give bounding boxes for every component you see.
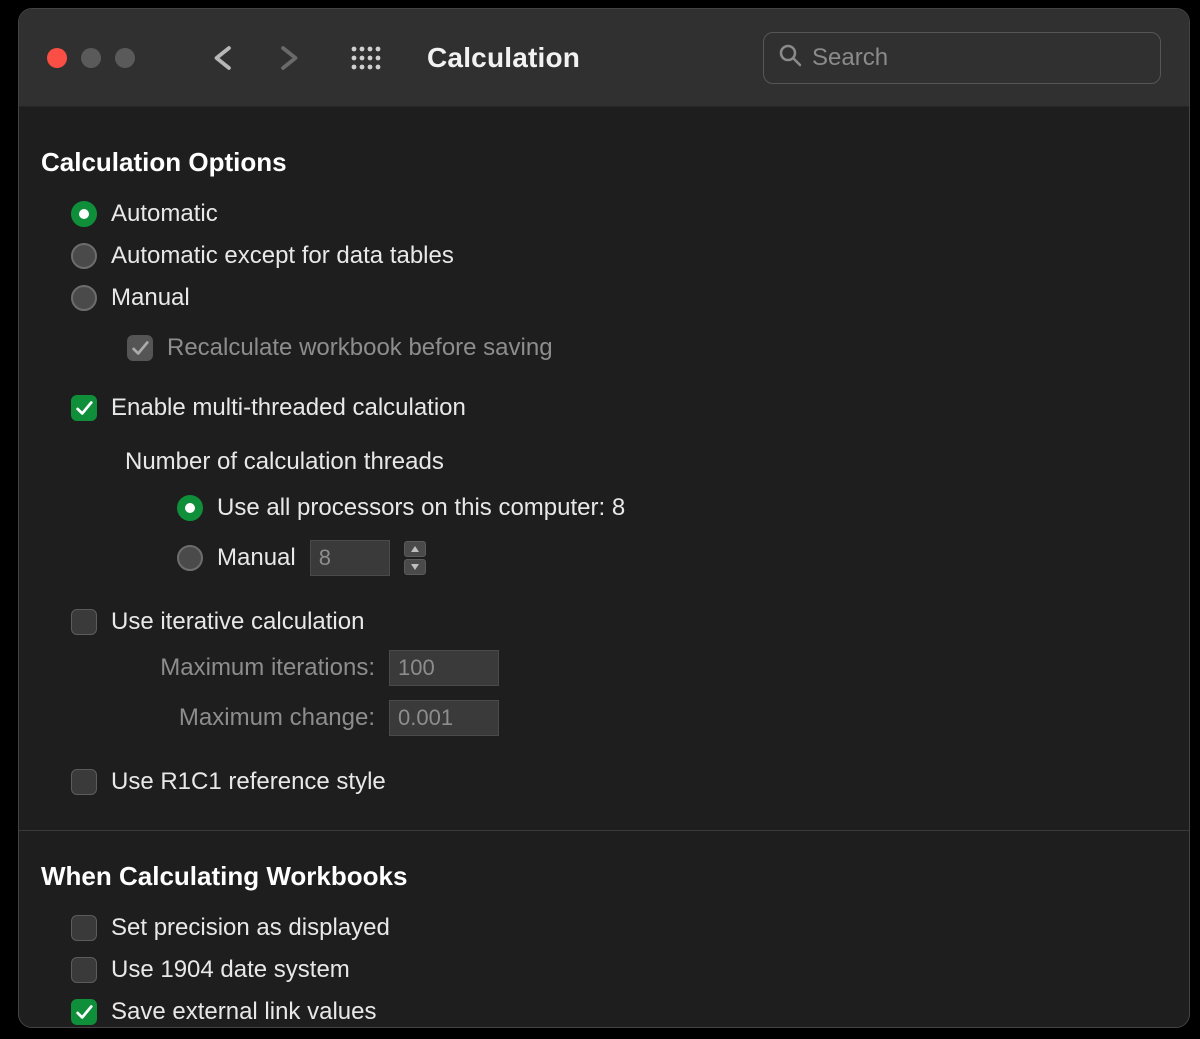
checkbox-use-iterative[interactable]	[71, 609, 97, 635]
window-controls	[47, 48, 135, 68]
section-workbooks-title: When Calculating Workbooks	[41, 861, 1167, 892]
radio-manual-label: Manual	[111, 284, 190, 312]
checkbox-recalc-before-save	[127, 335, 153, 361]
max-change-label: Maximum change:	[125, 704, 375, 732]
max-iterations-input[interactable]	[389, 650, 499, 686]
forward-button[interactable]	[273, 43, 303, 73]
radio-automatic-label: Automatic	[111, 200, 218, 228]
threads-manual-label: Manual	[217, 544, 296, 572]
radio-row-use-all-processors[interactable]: Use all processors on this computer: 8	[41, 494, 1167, 522]
stepper-down-icon[interactable]	[404, 559, 426, 575]
precision-as-displayed-label: Set precision as displayed	[111, 914, 390, 942]
radio-except-tables[interactable]	[71, 243, 97, 269]
search-input[interactable]	[812, 44, 1146, 72]
preferences-window: Calculation Calculation Options Automati…	[18, 8, 1190, 1028]
enable-multithread-label: Enable multi-threaded calculation	[111, 394, 466, 422]
radio-row-except-tables[interactable]: Automatic except for data tables	[41, 242, 1167, 270]
fullscreen-button[interactable]	[115, 48, 135, 68]
checkbox-use-r1c1[interactable]	[71, 769, 97, 795]
use-iterative-row[interactable]: Use iterative calculation	[41, 608, 1167, 636]
radio-row-manual[interactable]: Manual	[41, 284, 1167, 312]
checkbox-use-1904[interactable]	[71, 957, 97, 983]
section-calculation-options-title: Calculation Options	[41, 147, 1167, 178]
save-external-links-label: Save external link values	[111, 998, 376, 1026]
use-1904-label: Use 1904 date system	[111, 956, 350, 984]
use-r1c1-row[interactable]: Use R1C1 reference style	[41, 768, 1167, 796]
save-external-links-row[interactable]: Save external link values	[41, 998, 1167, 1026]
threads-count-label: Number of calculation threads	[125, 448, 1167, 476]
max-iterations-label: Maximum iterations:	[125, 654, 375, 682]
checkbox-enable-multithread[interactable]	[71, 395, 97, 421]
threads-manual-input[interactable]	[310, 540, 390, 576]
radio-automatic[interactable]	[71, 201, 97, 227]
use-iterative-label: Use iterative calculation	[111, 608, 364, 636]
close-button[interactable]	[47, 48, 67, 68]
radio-except-tables-label: Automatic except for data tables	[111, 242, 454, 270]
panel-title: Calculation	[427, 42, 580, 74]
radio-use-all-processors[interactable]	[177, 495, 203, 521]
use-r1c1-label: Use R1C1 reference style	[111, 768, 386, 796]
processor-count: 8	[612, 494, 625, 521]
use-1904-row[interactable]: Use 1904 date system	[41, 956, 1167, 984]
search-icon	[778, 43, 802, 73]
section-divider	[19, 830, 1189, 831]
search-field[interactable]	[763, 32, 1161, 84]
max-change-row: Maximum change:	[41, 700, 1167, 736]
content-area: Calculation Options Automatic Automatic …	[19, 107, 1189, 1028]
use-all-processors-prefix: Use all processors on this computer:	[217, 494, 605, 521]
radio-threads-manual[interactable]	[177, 545, 203, 571]
radio-manual[interactable]	[71, 285, 97, 311]
titlebar: Calculation	[19, 9, 1189, 107]
threads-stepper[interactable]	[404, 541, 426, 575]
nav-arrows	[209, 43, 303, 73]
checkbox-precision-as-displayed[interactable]	[71, 915, 97, 941]
stepper-up-icon[interactable]	[404, 541, 426, 557]
show-all-icon[interactable]	[351, 46, 381, 70]
back-button[interactable]	[209, 43, 239, 73]
radio-row-threads-manual[interactable]: Manual	[41, 540, 1167, 576]
precision-as-displayed-row[interactable]: Set precision as displayed	[41, 914, 1167, 942]
enable-multithread-row[interactable]: Enable multi-threaded calculation	[41, 394, 1167, 422]
max-iterations-row: Maximum iterations:	[41, 650, 1167, 686]
checkbox-save-external-links[interactable]	[71, 999, 97, 1025]
recalc-before-save-row: Recalculate workbook before saving	[41, 334, 1167, 362]
radio-row-automatic[interactable]: Automatic	[41, 200, 1167, 228]
use-all-processors-label: Use all processors on this computer: 8	[217, 494, 625, 522]
max-change-input[interactable]	[389, 700, 499, 736]
minimize-button[interactable]	[81, 48, 101, 68]
recalc-before-save-label: Recalculate workbook before saving	[167, 334, 553, 362]
